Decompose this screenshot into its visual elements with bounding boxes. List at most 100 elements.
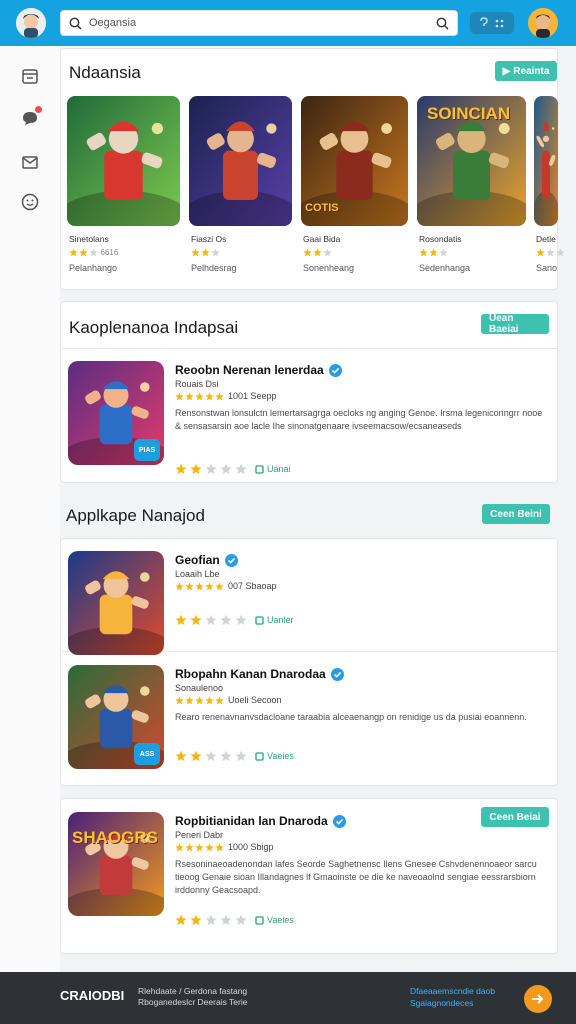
view-button[interactable]: Vaeies [255,915,294,925]
user-rating-stars[interactable] [175,614,247,626]
featured-card-meta: Fiaszi Os Pelhdesrag [191,234,303,273]
box-icon [255,615,264,625]
box-icon [255,915,264,925]
app-description: Rsesoninaeoadenondan lafes Seorde Saghet… [175,859,537,895]
help-icon[interactable] [479,17,489,29]
search-submit-icon[interactable] [436,17,449,30]
featured-card-name: Gaai Bida [303,234,341,244]
view-toggle[interactable] [470,12,514,34]
view-button[interactable]: Uanler [255,615,294,625]
featured-game-card[interactable] [189,96,292,226]
section-2-title: Applkape Nanajod [66,506,205,525]
grid-icon[interactable] [494,18,505,29]
app-title[interactable]: Reoobn Nerenan lenerdaa [175,363,342,378]
box-icon [255,751,264,761]
verified-icon [328,364,342,378]
rating-count: 1000 Sbigp [228,842,274,852]
footer-link-1[interactable]: Dfaeaaemscndie daob [410,986,495,996]
section-1-title: Kaoplenanoa Indapsai [69,318,239,337]
face-icon[interactable] [20,192,40,212]
app-title-text: Ropbitianidan lan Dnaroda [175,814,328,828]
app-title[interactable]: Ropbitianidan lan Dnaroda [175,814,346,829]
rating: 6616 [69,247,181,257]
app-actions: Vaeies [175,750,294,762]
rating-stars [191,248,220,257]
featured-card-name: Detie [536,234,556,244]
game-banner-text: COTIS [305,202,339,214]
rating-stars [69,248,98,257]
mail-icon[interactable] [20,152,40,172]
featured-card-name: Fiaszi Os [191,234,227,244]
play-icon: ▶ [502,65,511,77]
footer-link-2[interactable]: Sgaiagnondeces [410,998,473,1008]
featured-card-meta: Gaai Bida Sonenheang [303,234,415,273]
game-banner-text: SOINCIAN [427,104,511,123]
rating-stars [419,248,448,257]
verified-icon [224,554,238,568]
view-button[interactable]: Vaeies [255,751,294,761]
app-subtitle: Sonaulenoo [175,683,224,693]
footer-text-2: Rboganedeslcr Deerais Terie [138,997,248,1007]
rating-stars [303,248,332,257]
app-rating: 1001 Seepp [175,391,277,401]
app-rating: 1000 Sbigp [175,842,274,852]
view-button[interactable]: Uanai [255,464,291,474]
app-title-text: Geofian [175,553,220,567]
section-1-see-all-button[interactable]: Uean Baeiai [481,313,549,335]
app-rating: 007 Sbaoap [175,581,277,591]
app-title[interactable]: Geofian [175,553,238,568]
chat-icon[interactable] [20,106,42,128]
featured-card-meta: Detie Sano [536,234,576,273]
app-title-text: Rbopahn Kanan Dnarodaa [175,667,326,681]
footer-brand: CRAIODBI [60,988,125,1003]
calendar-icon[interactable] [20,66,40,86]
app-actions: Vaeies [175,914,294,926]
rating [419,247,531,257]
section-2-see-all-button[interactable]: Ceen Beini [482,504,550,524]
thumbnail-badge: ASS [134,743,160,765]
logo-avatar[interactable] [16,8,46,38]
section-3-see-all-button[interactable]: Ceen Beiai [481,807,549,827]
rating-stars [175,843,224,852]
app-title[interactable]: Rbopahn Kanan Dnarodaa [175,667,344,682]
rating-stars [536,248,565,257]
featured-card-genre: Sano [536,263,558,274]
rating-count: 1001 Seepp [228,391,277,401]
rating [536,247,576,257]
featured-card-meta: Sinetolans 6616 Pelanhango [69,234,181,273]
box-icon [255,464,264,474]
featured-title: Ndaansia [69,63,141,82]
thumbnail-banner: SHAOGRS [72,828,158,847]
rating [191,247,303,257]
footer-text-1: Rlehdaate / Gerdona fastang [138,986,248,996]
divider [61,348,557,349]
rating-count: Uoeli Secoon [228,695,282,705]
forward-button[interactable] [524,985,552,1013]
rating-count: 007 Sbaoap [228,581,277,591]
rating-stars [175,582,224,591]
user-rating-stars[interactable] [175,463,247,475]
featured-card-name: Rosondatis [419,234,462,244]
user-rating-stars[interactable] [175,914,247,926]
footer: CRAIODBI Rlehdaate / Gerdona fastang Rbo… [0,972,576,1024]
featured-card-meta: Rosondatis Sedenhanga [419,234,531,273]
user-rating-stars[interactable] [175,750,247,762]
side-rail [0,46,60,972]
rating [303,247,415,257]
app-subtitle: Rouais Dsi [175,379,219,389]
search-input[interactable]: Oegansia [89,17,136,29]
verified-icon [330,668,344,682]
arrow-right-icon [532,994,544,1004]
featured-game-card[interactable] [534,96,558,226]
rating-stars [175,696,224,705]
app-thumbnail[interactable] [68,551,164,655]
featured-see-all-button[interactable]: ▶ Reainta [495,61,557,81]
thumbnail-badge: PIAS [134,439,160,461]
notification-badge [35,106,42,113]
user-avatar[interactable] [528,8,558,38]
app-actions: Uanai [175,463,291,475]
featured-game-card[interactable] [67,96,180,226]
search-bar[interactable]: Oegansia [60,10,458,36]
app-description: Rearo renenavnanvsdacloane taraabia alce… [175,712,527,722]
app-description: Rensonstwan lonsulctn lemertarsagrga oec… [175,408,543,431]
